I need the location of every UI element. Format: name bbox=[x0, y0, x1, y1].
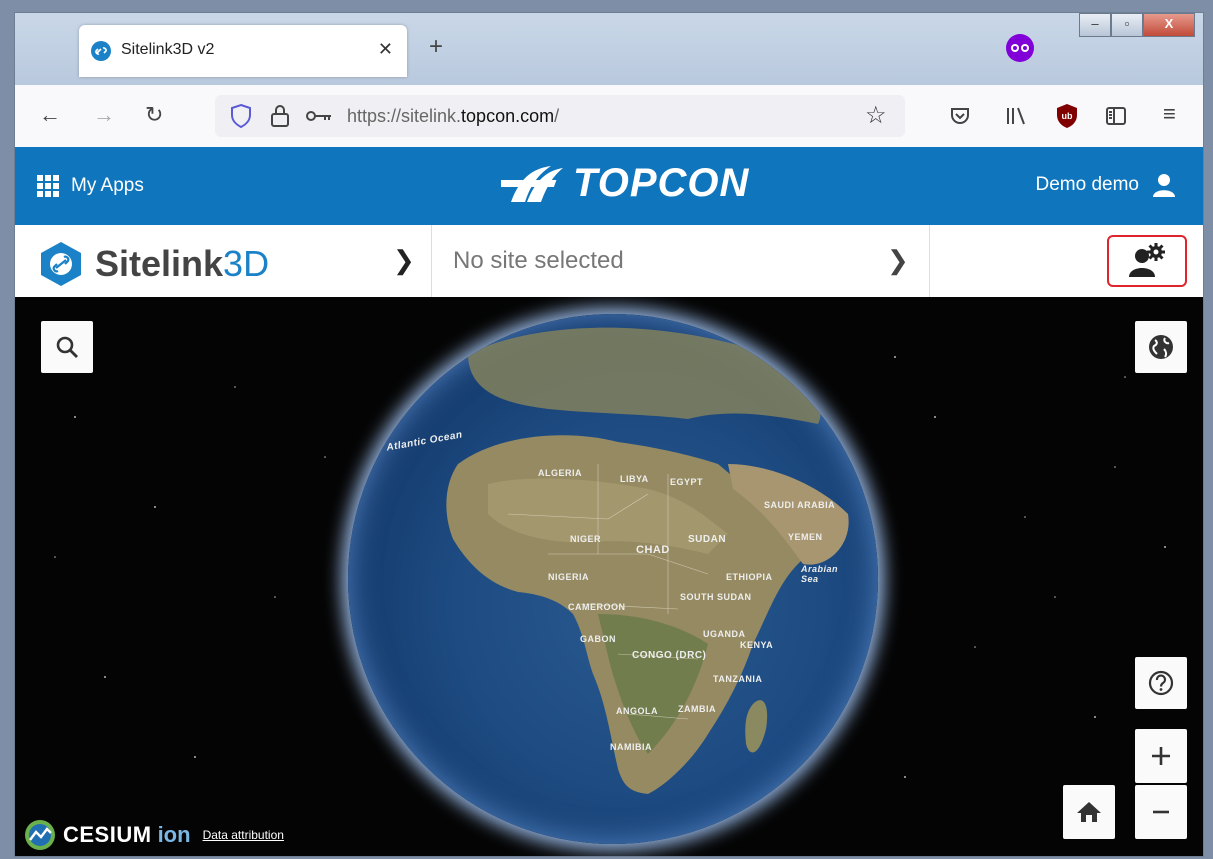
close-tab-icon[interactable]: ✕ bbox=[378, 39, 393, 60]
map-label: ETHIOPIA bbox=[726, 572, 773, 582]
new-tab-icon[interactable]: + bbox=[429, 33, 443, 61]
home-icon bbox=[1077, 802, 1101, 822]
map-label: GABON bbox=[580, 634, 616, 644]
maximize-icon[interactable]: ▫ bbox=[1111, 13, 1143, 37]
home-view-button[interactable] bbox=[1063, 785, 1115, 839]
map-label: CONGO (DRC) bbox=[632, 650, 707, 661]
sitelink3d-logo: Sitelink3D bbox=[39, 241, 269, 287]
private-browsing-icon bbox=[1006, 34, 1034, 62]
site-bar: Sitelink3D ❯ No site selected ❯ bbox=[15, 225, 1203, 298]
map-label: SOUTH SUDAN bbox=[680, 592, 752, 602]
app-name: Sitelink3D bbox=[95, 243, 270, 284]
map-label: ZAMBIA bbox=[678, 704, 716, 714]
user-name: Demo demo bbox=[1035, 174, 1140, 195]
minimize-icon[interactable]: – bbox=[1079, 13, 1111, 37]
library-icon[interactable] bbox=[1005, 105, 1027, 127]
map-label: NIGER bbox=[570, 534, 602, 544]
data-attribution-link[interactable]: Data attribution bbox=[203, 828, 284, 842]
url-text: https://sitelink.topcon.com/ bbox=[347, 106, 560, 126]
cesium-credit: CESIUM ion Data attribution bbox=[23, 818, 284, 852]
sidebar-icon[interactable] bbox=[1105, 105, 1127, 127]
globe-icon bbox=[1149, 335, 1173, 359]
help-button[interactable] bbox=[1135, 657, 1187, 709]
chevron-right-icon[interactable]: ❯ bbox=[393, 245, 415, 276]
lock-icon[interactable] bbox=[269, 103, 291, 129]
user-menu[interactable]: Demo demo bbox=[1035, 173, 1175, 197]
map-label: NAMIBIA bbox=[610, 742, 652, 752]
forward-icon[interactable]: → bbox=[93, 102, 115, 128]
map-label: CHAD bbox=[636, 544, 670, 556]
key-icon[interactable] bbox=[305, 109, 333, 123]
tab-strip: Sitelink3D v2 ✕ + – ▫ X bbox=[15, 13, 1203, 85]
user-settings-button[interactable] bbox=[1107, 235, 1187, 287]
cesium-logo-icon bbox=[25, 820, 55, 850]
address-bar[interactable]: https://sitelink.topcon.com/ ☆ bbox=[215, 95, 905, 137]
navigation-toolbar: ← → ↻ https://sitelink.topcon.com/ ☆ ub … bbox=[15, 85, 1203, 148]
topcon-mark-icon bbox=[501, 165, 563, 202]
sitelink-hexagon-icon bbox=[41, 242, 81, 286]
minus-icon bbox=[1153, 810, 1169, 814]
apps-grid-icon bbox=[37, 175, 59, 197]
my-apps-button[interactable]: My Apps bbox=[37, 175, 144, 197]
map-label: SAUDI ARABIA bbox=[764, 500, 836, 510]
map-label: EGYPT bbox=[670, 477, 704, 487]
zoom-in-button[interactable] bbox=[1135, 729, 1187, 783]
bookmark-star-icon[interactable]: ☆ bbox=[865, 101, 887, 130]
map-label: ANGOLA bbox=[616, 706, 658, 716]
cesium-ion-wordmark: ion bbox=[157, 822, 191, 847]
map-label: UGANDA bbox=[703, 629, 746, 639]
cesium-wordmark: CESIUM bbox=[63, 822, 152, 847]
search-button[interactable] bbox=[41, 321, 93, 373]
svg-text:ub: ub bbox=[1062, 111, 1073, 121]
map-viewer[interactable]: Atlantic Ocean LIBYA EGYPT ALGERIA NIGER… bbox=[15, 297, 1203, 856]
hamburger-menu-icon[interactable]: ≡ bbox=[1163, 101, 1176, 127]
ublock-origin-icon[interactable]: ub bbox=[1055, 103, 1079, 129]
site-selector-chevron-icon[interactable]: ❯ bbox=[887, 245, 909, 276]
africa-landmass bbox=[446, 327, 849, 794]
map-label: CAMEROON bbox=[568, 602, 626, 612]
map-label: LIBYA bbox=[620, 474, 649, 484]
site-selector[interactable]: No site selected bbox=[453, 247, 624, 275]
tracking-shield-icon[interactable] bbox=[229, 103, 253, 129]
divider bbox=[431, 225, 432, 297]
zoom-out-button[interactable] bbox=[1135, 785, 1187, 839]
plus-icon bbox=[1152, 747, 1170, 765]
reload-icon[interactable]: ↻ bbox=[145, 102, 163, 128]
globe[interactable]: Atlantic Ocean LIBYA EGYPT ALGERIA NIGER… bbox=[348, 314, 878, 844]
topcon-logo: TOPCON bbox=[501, 161, 749, 206]
browser-tab[interactable]: Sitelink3D v2 ✕ bbox=[79, 25, 407, 77]
browser-window: Sitelink3D v2 ✕ + – ▫ X ← → ↻ https://si… bbox=[14, 12, 1204, 857]
close-window-icon[interactable]: X bbox=[1143, 13, 1195, 37]
user-icon bbox=[1153, 174, 1175, 197]
pocket-icon[interactable] bbox=[949, 105, 971, 127]
back-icon[interactable]: ← bbox=[39, 102, 61, 128]
divider bbox=[929, 225, 930, 297]
search-icon bbox=[56, 336, 78, 358]
tab-title: Sitelink3D v2 bbox=[121, 41, 215, 58]
map-label: NIGERIA bbox=[548, 572, 590, 582]
help-icon bbox=[1148, 670, 1174, 696]
topcon-header: My Apps TOPCON Demo demo bbox=[15, 147, 1203, 225]
my-apps-label: My Apps bbox=[71, 175, 144, 196]
map-label: Arabian Sea bbox=[801, 564, 839, 584]
map-label: YEMEN bbox=[788, 532, 823, 542]
user-gear-icon bbox=[1129, 243, 1165, 277]
window-controls: – ▫ X bbox=[1079, 13, 1195, 37]
map-label: KENYA bbox=[740, 640, 774, 650]
topcon-wordmark: TOPCON bbox=[573, 161, 750, 205]
globe-view-button[interactable] bbox=[1135, 321, 1187, 373]
map-label: TANZANIA bbox=[713, 674, 763, 684]
map-label: ALGERIA bbox=[538, 468, 582, 478]
map-label: SUDAN bbox=[688, 534, 727, 545]
sitelink-favicon-icon bbox=[91, 41, 111, 61]
